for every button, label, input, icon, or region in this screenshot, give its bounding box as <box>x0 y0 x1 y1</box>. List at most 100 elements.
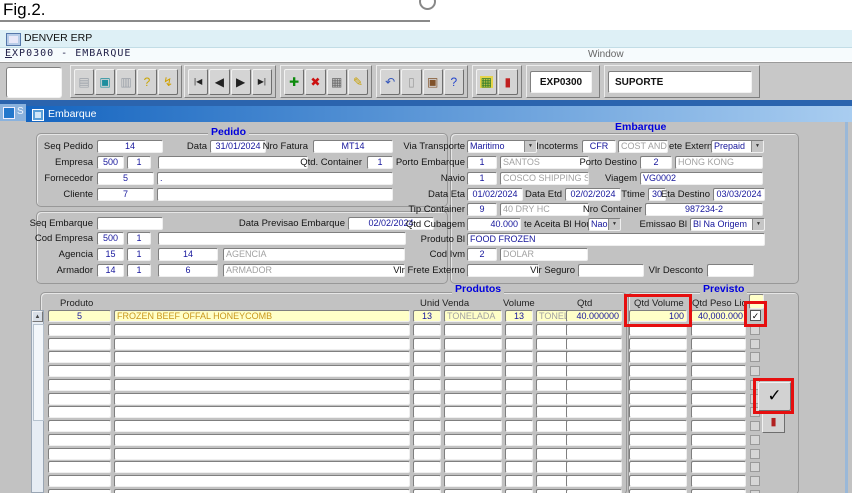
table-cell-vol_cod[interactable] <box>505 434 533 446</box>
table-cell-unid_cod[interactable] <box>413 489 441 493</box>
table-cell-qtd_volume[interactable] <box>629 434 687 446</box>
table-cell-vol_cod[interactable] <box>505 475 533 487</box>
table-cell-qtd[interactable] <box>566 324 622 336</box>
table-cell-qtd_volume[interactable] <box>629 461 687 473</box>
table-cell-produto[interactable]: 5 <box>48 310 111 322</box>
row-checkbox[interactable] <box>750 449 760 459</box>
table-cell-descricao[interactable] <box>114 351 410 363</box>
table-cell-unid_cod[interactable] <box>413 406 441 418</box>
table-cell-produto[interactable] <box>48 338 111 350</box>
row-checkbox[interactable] <box>750 476 760 486</box>
table-cell-qtd_volume[interactable] <box>629 365 687 377</box>
table-cell-qtd_peso_liq[interactable] <box>691 475 746 487</box>
table-cell-qtd[interactable]: 40.000000 <box>566 310 622 322</box>
table-cell-qtd_peso_liq[interactable] <box>691 489 746 493</box>
table-cell-unid_cod[interactable] <box>413 420 441 432</box>
table-cell-descricao[interactable] <box>114 393 410 405</box>
table-cell-vol_cod[interactable] <box>505 448 533 460</box>
table-cell-qtd_volume[interactable] <box>629 475 687 487</box>
table-cell-vol_cod[interactable] <box>505 351 533 363</box>
table-cell-unid_desc[interactable] <box>444 489 502 493</box>
table-cell-unid_desc[interactable] <box>444 434 502 446</box>
table-cell-produto[interactable] <box>48 448 111 460</box>
table-cell-qtd[interactable] <box>566 406 622 418</box>
table-cell-unid_cod[interactable] <box>413 448 441 460</box>
table-cell-qtd_peso_liq[interactable] <box>691 393 746 405</box>
table-cell-descricao[interactable] <box>114 379 410 391</box>
table-cell-unid_cod[interactable] <box>413 365 441 377</box>
table-cell-qtd[interactable] <box>566 420 622 432</box>
table-cell-qtd_peso_liq[interactable] <box>691 461 746 473</box>
table-cell-qtd_volume[interactable] <box>629 420 687 432</box>
table-cell-unid_desc[interactable] <box>444 406 502 418</box>
table-cell-unid_cod[interactable] <box>413 379 441 391</box>
table-cell-descricao[interactable] <box>114 475 410 487</box>
table-cell-qtd_volume[interactable] <box>629 338 687 350</box>
table-cell-vol_cod[interactable] <box>505 461 533 473</box>
table-cell-descricao[interactable] <box>114 448 410 460</box>
table-cell-qtd_peso_liq[interactable] <box>691 351 746 363</box>
table-cell-produto[interactable] <box>48 475 111 487</box>
table-cell-descricao[interactable]: FROZEN BEEF OFFAL HONEYCOMB <box>114 310 410 322</box>
row-checkbox[interactable] <box>750 421 760 431</box>
table-cell-produto[interactable] <box>48 420 111 432</box>
table-cell-qtd[interactable] <box>566 461 622 473</box>
table-cell-qtd[interactable] <box>566 393 622 405</box>
table-cell-vol_cod[interactable] <box>505 489 533 493</box>
table-cell-vol_cod[interactable]: 13 <box>505 310 533 322</box>
table-cell-qtd[interactable] <box>566 379 622 391</box>
table-cell-qtd[interactable] <box>566 475 622 487</box>
table-cell-unid_desc[interactable] <box>444 448 502 460</box>
table-cell-descricao[interactable] <box>114 324 410 336</box>
table-cell-qtd_peso_liq[interactable] <box>691 338 746 350</box>
table-cell-descricao[interactable] <box>114 406 410 418</box>
table-cell-qtd_volume[interactable] <box>629 448 687 460</box>
table-cell-unid_desc[interactable] <box>444 461 502 473</box>
table-cell-qtd[interactable] <box>566 351 622 363</box>
table-cell-qtd[interactable] <box>566 338 622 350</box>
table-cell-qtd_peso_liq[interactable] <box>691 448 746 460</box>
table-cell-produto[interactable] <box>48 351 111 363</box>
table-cell-unid_cod[interactable] <box>413 324 441 336</box>
table-cell-descricao[interactable] <box>114 365 410 377</box>
table-cell-descricao[interactable] <box>114 338 410 350</box>
exit-door-button[interactable]: ▮ <box>762 413 785 433</box>
table-cell-unid_desc[interactable] <box>444 338 502 350</box>
table-cell-vol_cod[interactable] <box>505 379 533 391</box>
table-cell-qtd_volume[interactable] <box>629 406 687 418</box>
table-cell-qtd_peso_liq[interactable]: 40,000.000 <box>691 310 746 322</box>
table-cell-vol_cod[interactable] <box>505 338 533 350</box>
table-cell-vol_cod[interactable] <box>505 365 533 377</box>
table-cell-produto[interactable] <box>48 379 111 391</box>
table-cell-descricao[interactable] <box>114 434 410 446</box>
table-cell-qtd_peso_liq[interactable] <box>691 406 746 418</box>
table-cell-unid_cod[interactable] <box>413 461 441 473</box>
table-cell-produto[interactable] <box>48 434 111 446</box>
table-cell-unid_cod[interactable] <box>413 338 441 350</box>
table-cell-unid_desc[interactable] <box>444 365 502 377</box>
table-cell-qtd_peso_liq[interactable] <box>691 434 746 446</box>
table-cell-descricao[interactable] <box>114 461 410 473</box>
table-cell-produto[interactable] <box>48 365 111 377</box>
table-cell-qtd_peso_liq[interactable] <box>691 365 746 377</box>
table-cell-vol_cod[interactable] <box>505 324 533 336</box>
table-cell-vol_cod[interactable] <box>505 393 533 405</box>
table-cell-qtd_volume[interactable] <box>629 489 687 493</box>
table-cell-unid_desc[interactable]: TONELADA <box>444 310 502 322</box>
table-cell-unid_cod[interactable] <box>413 475 441 487</box>
row-checkbox[interactable] <box>750 435 760 445</box>
row-checkbox[interactable] <box>750 339 760 349</box>
row-checkbox[interactable] <box>750 366 760 376</box>
table-cell-unid_desc[interactable] <box>444 324 502 336</box>
table-cell-qtd[interactable] <box>566 434 622 446</box>
table-cell-unid_desc[interactable] <box>444 351 502 363</box>
table-cell-produto[interactable] <box>48 406 111 418</box>
table-cell-qtd_peso_liq[interactable] <box>691 324 746 336</box>
table-cell-unid_cod[interactable] <box>413 351 441 363</box>
row-checkbox[interactable] <box>750 352 760 362</box>
table-cell-qtd[interactable] <box>566 448 622 460</box>
table-cell-qtd_peso_liq[interactable] <box>691 420 746 432</box>
table-cell-qtd[interactable] <box>566 365 622 377</box>
table-cell-produto[interactable] <box>48 461 111 473</box>
table-cell-unid_cod[interactable]: 13 <box>413 310 441 322</box>
